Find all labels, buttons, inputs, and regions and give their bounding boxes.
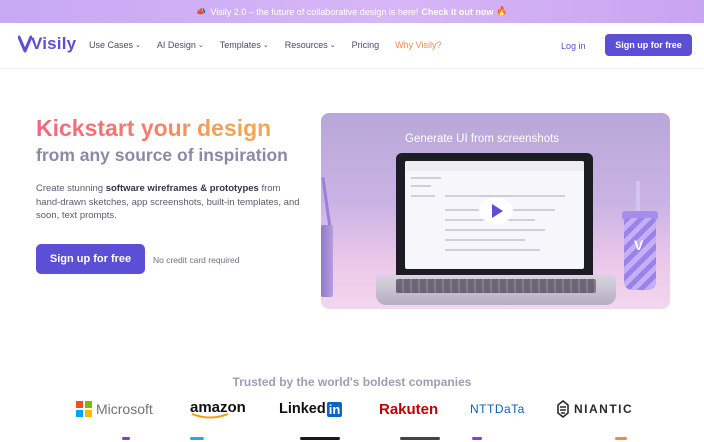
menu-item-ai-design[interactable]: AI Design ⌄ (157, 40, 204, 50)
no-credit-card-note: No credit card required (153, 255, 240, 265)
linkedin-logo: Linked in (279, 397, 343, 421)
company-logos: Microsoft amazon Linked in Rakuten NTTDa… (0, 397, 704, 423)
preview-line (445, 249, 540, 251)
amazon-logo: amazon (190, 397, 246, 421)
hero-description-bold: software wireframes & prototypes (105, 183, 259, 194)
signup-button-nav[interactable]: Sign up for free (605, 34, 692, 56)
main-menu: Use Cases ⌄ AI Design ⌄ Templates ⌄ Reso… (89, 40, 457, 50)
preview-line (411, 177, 441, 179)
video-caption: Generate UI from screenshots (405, 133, 560, 145)
linkedin-in-icon: in (326, 401, 343, 417)
play-icon[interactable] (479, 198, 513, 224)
announcement-bar[interactable]: 📣 Visily 2.0 – the future of collaborati… (0, 0, 704, 23)
menu-item-label: Templates (219, 40, 261, 50)
announcement-link[interactable]: Check it out now (421, 7, 493, 17)
logos-row-partial (0, 435, 704, 442)
chevron-down-icon: ⌄ (197, 42, 204, 49)
logo-fragment (615, 437, 627, 440)
menu-item-label: AI Design (156, 40, 196, 50)
logo-text: Visily (31, 34, 77, 53)
chevron-down-icon: ⌄ (329, 42, 336, 49)
hero-description-prefix: Create stunning (36, 183, 106, 194)
niantic-icon (557, 400, 569, 418)
preview-line (445, 239, 525, 241)
amazon-smile-icon (191, 413, 229, 419)
menu-item-use-cases[interactable]: Use Cases ⌄ (89, 40, 141, 50)
microsoft-grid-icon (76, 401, 92, 417)
linkedin-wordmark: Linked (279, 401, 326, 417)
ntt-data-logo: NTTDaTa (470, 397, 525, 421)
preview-line (445, 229, 545, 231)
logo-fragment (400, 437, 440, 440)
preview-toolbar (405, 161, 584, 171)
hero-subtitle: from any source of inspiration (36, 145, 288, 165)
visily-cup-logo-icon: V (634, 237, 644, 253)
hero-title: Kickstart your design (36, 115, 272, 141)
login-link[interactable]: Log in (561, 41, 586, 51)
signup-button-hero[interactable]: Sign up for free (36, 244, 145, 274)
rakuten-logo: Rakuten (379, 397, 438, 421)
menu-item-label: Resources (284, 40, 328, 50)
logo-fragment (190, 437, 204, 440)
preview-line (411, 195, 435, 197)
menu-item-resources[interactable]: Resources ⌄ (285, 40, 336, 50)
ntt-data-wordmark: NTTDaTa (470, 402, 525, 416)
niantic-wordmark: NIANTIC (574, 402, 634, 416)
announcement-text: Visily 2.0 – the future of collaborative… (210, 6, 419, 17)
cup-decoration (321, 225, 333, 297)
top-nav: Visily Use Cases ⌄ AI Design ⌄ Templates… (0, 23, 704, 69)
visily-logo-icon (18, 35, 32, 53)
preview-line (445, 195, 565, 197)
laptop-keyboard (396, 279, 596, 293)
microsoft-logo: Microsoft (76, 397, 153, 421)
fire-icon: 🔥 (496, 6, 508, 16)
chevron-down-icon: ⌄ (262, 42, 269, 49)
hero-description: Create stunning software wireframes & pr… (36, 182, 301, 223)
menu-item-templates[interactable]: Templates ⌄ (220, 40, 269, 50)
hero-video[interactable]: V Generate UI from screenshots (321, 113, 670, 309)
chevron-down-icon: ⌄ (135, 42, 141, 49)
announcement-icon: 📣 (196, 7, 207, 16)
niantic-logo: NIANTIC (556, 397, 633, 421)
menu-item-label: Use Cases (89, 40, 134, 50)
tumbler-decoration (624, 218, 656, 290)
play-triangle (492, 204, 503, 218)
trusted-heading: Trusted by the world's boldest companies (232, 375, 472, 389)
preview-line (411, 185, 431, 187)
straw-decoration (321, 177, 332, 229)
logo-fragment (300, 437, 340, 440)
rakuten-wordmark: Rakuten (379, 400, 439, 418)
logo-fragment (472, 437, 482, 440)
logo-fragment (122, 437, 130, 440)
menu-item-pricing[interactable]: Pricing (352, 40, 380, 50)
menu-item-label: Why Visily? (395, 40, 442, 50)
microsoft-wordmark: Microsoft (96, 401, 153, 417)
menu-item-label: Pricing (351, 40, 380, 50)
menu-item-why-visily[interactable]: Why Visily? (395, 40, 441, 50)
straw-decoration (636, 181, 640, 215)
visily-logo[interactable]: Visily (18, 34, 76, 54)
